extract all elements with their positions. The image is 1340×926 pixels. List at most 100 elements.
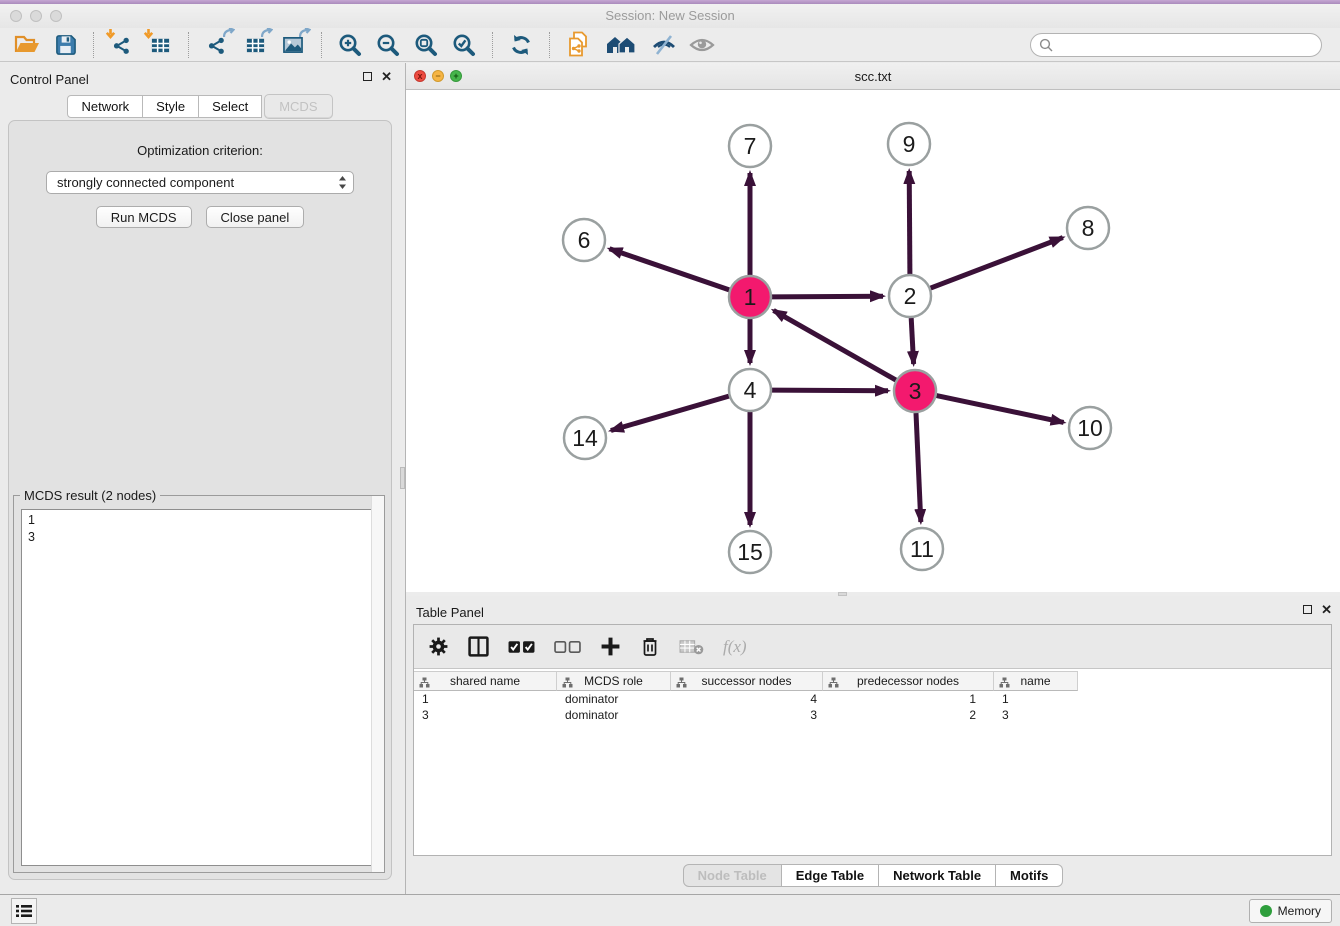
- refresh-icon: [509, 33, 533, 57]
- tab-style[interactable]: Style: [143, 95, 199, 118]
- network-window-titlebar: x − + scc.txt: [406, 63, 1340, 90]
- criterion-dropdown[interactable]: strongly connected component: [46, 171, 354, 194]
- close-panel-button[interactable]: Close panel: [206, 206, 305, 228]
- table-body: 1dominator4113dominator323: [414, 691, 1331, 723]
- column-header-MCDS-role[interactable]: MCDS role: [557, 671, 671, 691]
- add-column-icon[interactable]: [600, 636, 621, 657]
- network-canvas[interactable]: 7 9 6 8 1 2 4 3 14 10 15 11: [406, 90, 1340, 592]
- zoom-selected-button[interactable]: [450, 31, 478, 59]
- node-11[interactable]: 11: [901, 528, 943, 570]
- result-scrollbar[interactable]: [371, 496, 384, 872]
- edge-3-10[interactable]: [937, 396, 1064, 423]
- edge-3-1[interactable]: [774, 310, 896, 380]
- column-header-successor-nodes[interactable]: successor nodes: [671, 671, 823, 691]
- tab-network-table[interactable]: Network Table: [879, 864, 996, 887]
- control-panel-title: Control Panel: [10, 72, 89, 87]
- home-button[interactable]: [602, 31, 640, 59]
- search-input[interactable]: [1053, 38, 1313, 52]
- zoom-in-button[interactable]: [336, 31, 364, 59]
- main-toolbar: [0, 28, 1340, 62]
- float-panel-icon[interactable]: [363, 72, 372, 81]
- task-history-button[interactable]: [11, 898, 37, 924]
- splitter-handle[interactable]: [400, 467, 405, 489]
- apply-layout-button[interactable]: [507, 31, 535, 59]
- column-header-name[interactable]: name: [994, 671, 1078, 691]
- tab-network[interactable]: Network: [67, 95, 143, 118]
- select-all-icon[interactable]: [508, 640, 535, 654]
- node-8[interactable]: 8: [1067, 207, 1109, 249]
- table-panel-title: Table Panel: [416, 605, 484, 620]
- table-cell: 3: [671, 707, 823, 723]
- import-arrow-icon: [105, 29, 116, 40]
- node-14[interactable]: 14: [564, 417, 606, 459]
- table-row[interactable]: 3dominator323: [414, 707, 1331, 723]
- tab-node-table[interactable]: Node Table: [683, 864, 782, 887]
- tab-edge-table[interactable]: Edge Table: [782, 864, 879, 887]
- node-3[interactable]: 3: [894, 370, 936, 412]
- memory-button[interactable]: Memory: [1249, 899, 1332, 923]
- edge-4-3[interactable]: [772, 390, 888, 391]
- node-4[interactable]: 4: [729, 369, 771, 411]
- node-2[interactable]: 2: [889, 275, 931, 317]
- show-panel-button[interactable]: [688, 31, 716, 59]
- export-table-button[interactable]: [241, 31, 269, 59]
- tab-motifs[interactable]: Motifs: [996, 864, 1063, 887]
- table-row[interactable]: 1dominator411: [414, 691, 1331, 707]
- edge-1-2[interactable]: [772, 296, 883, 297]
- open-session-button[interactable]: [13, 31, 41, 59]
- svg-text:7: 7: [744, 133, 757, 159]
- edge-1-6[interactable]: [610, 249, 730, 290]
- mcds-result-text[interactable]: 13: [21, 509, 377, 866]
- node-15[interactable]: 15: [729, 531, 771, 573]
- close-panel-icon[interactable]: ✕: [1321, 604, 1332, 615]
- node-6[interactable]: 6: [563, 219, 605, 261]
- toolbar-separator: [321, 32, 322, 58]
- save-icon: [54, 33, 77, 56]
- edge-3-11[interactable]: [916, 413, 921, 522]
- toolbar-separator: [93, 32, 94, 58]
- tab-mcds[interactable]: MCDS: [264, 94, 332, 119]
- node-10[interactable]: 10: [1069, 407, 1111, 449]
- zoom-fit-button[interactable]: [412, 31, 440, 59]
- import-table-button[interactable]: [146, 31, 174, 59]
- settings-gear-icon[interactable]: [428, 636, 449, 657]
- edge-4-14[interactable]: [611, 396, 729, 430]
- control-panel: Control Panel ✕ NetworkStyleSelectMCDS O…: [0, 63, 400, 894]
- import-network-button[interactable]: [108, 31, 136, 59]
- toolbar-separator: [188, 32, 189, 58]
- hide-panel-button[interactable]: [650, 31, 678, 59]
- edge-2-9[interactable]: [909, 171, 910, 274]
- deselect-all-icon[interactable]: [554, 640, 581, 654]
- mcds-panel: Optimization criterion: strongly connect…: [8, 120, 392, 880]
- save-session-button[interactable]: [51, 31, 79, 59]
- edge-2-3[interactable]: [911, 318, 913, 364]
- float-panel-icon[interactable]: [1303, 605, 1312, 614]
- eye-icon: [689, 36, 715, 54]
- home-icon: [604, 34, 638, 55]
- column-header-predecessor-nodes[interactable]: predecessor nodes: [823, 671, 994, 691]
- run-mcds-button[interactable]: Run MCDS: [96, 206, 192, 228]
- hierarchy-icon: [562, 677, 573, 691]
- tab-select[interactable]: Select: [199, 95, 262, 118]
- table-panel-header: Table Panel ✕: [406, 596, 1340, 622]
- node-9[interactable]: 9: [888, 123, 930, 165]
- svg-text:11: 11: [910, 536, 934, 562]
- export-network-button[interactable]: [203, 31, 231, 59]
- hierarchy-icon: [676, 677, 687, 691]
- delete-column-trash-icon[interactable]: [640, 635, 660, 658]
- column-visibility-icon[interactable]: [468, 636, 489, 657]
- function-builder-icon[interactable]: f(x): [723, 637, 747, 657]
- mcds-result-title: MCDS result (2 nodes): [20, 488, 160, 503]
- delete-table-icon[interactable]: [679, 638, 704, 655]
- svg-text:2: 2: [904, 283, 917, 309]
- list-icon: [15, 903, 33, 919]
- zoom-fit-icon: [414, 33, 438, 57]
- zoom-out-button[interactable]: [374, 31, 402, 59]
- node-7[interactable]: 7: [729, 125, 771, 167]
- column-header-shared-name[interactable]: shared name: [414, 671, 557, 691]
- export-image-button[interactable]: [279, 31, 307, 59]
- edge-2-8[interactable]: [931, 238, 1063, 289]
- close-panel-icon[interactable]: ✕: [381, 71, 392, 82]
- copy-network-view-button[interactable]: [564, 31, 592, 59]
- node-1[interactable]: 1: [729, 276, 771, 318]
